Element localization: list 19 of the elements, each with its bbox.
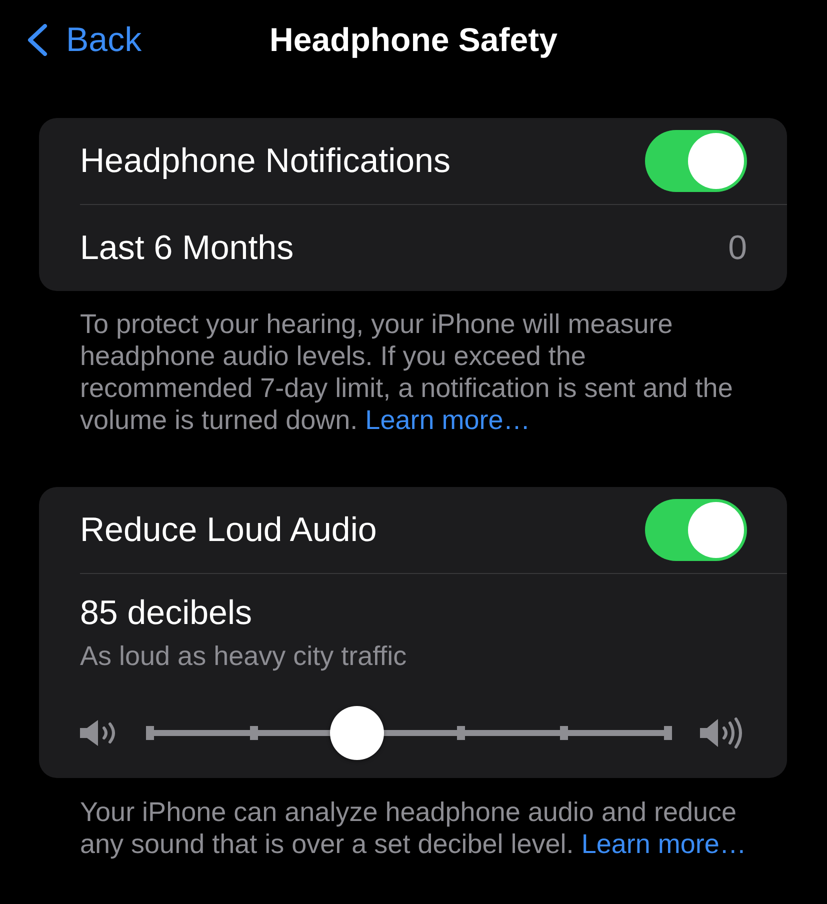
setting-label: Headphone Notifications — [80, 141, 452, 181]
decibel-value: 85 decibels — [80, 593, 254, 633]
learn-more-link[interactable]: Learn more… — [581, 829, 746, 859]
learn-more-link[interactable]: Learn more… — [365, 405, 530, 435]
footer-text: To protect your hearing, your iPhone will measure headphone audio levels. If you exceed the recommended 7-day limit, a notification is sent and the volume is turned down. Learn more… — [79, 308, 734, 436]
tick-mark — [250, 726, 258, 740]
back-button[interactable]: Back — [26, 20, 142, 60]
setting-value: 0 — [728, 228, 747, 268]
setting-label: Last 6 Months — [80, 228, 295, 268]
tick-mark — [456, 726, 465, 740]
tick-mark — [560, 726, 568, 740]
tick-mark — [146, 726, 154, 740]
chevron-left-icon — [26, 24, 48, 56]
decibel-description: As loud as heavy city traffic — [80, 641, 408, 671]
speaker-low-icon — [80, 719, 118, 747]
footer-text: Your iPhone can analyze headphone audio and reduce any sound that is over a set decibel level. Learn more… — [79, 796, 748, 860]
tick-mark — [664, 726, 672, 740]
page-title: Headphone Safety — [270, 20, 558, 60]
setting-label: Reduce Loud Audio — [80, 510, 378, 550]
